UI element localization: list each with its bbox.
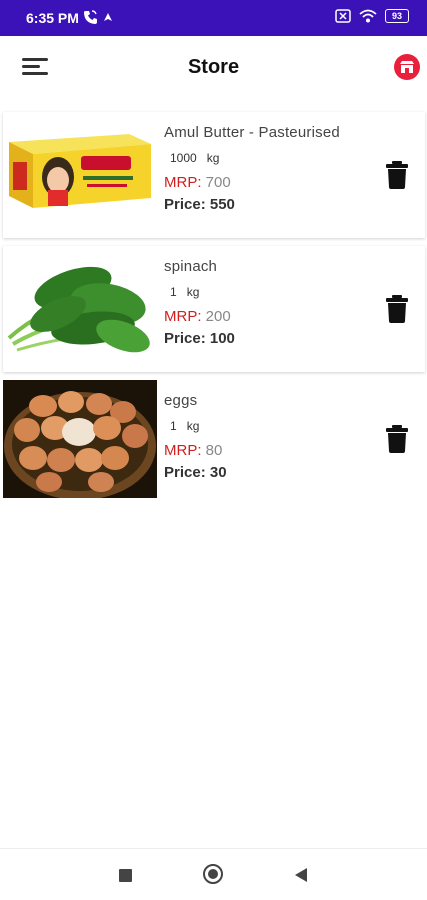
- product-name: Amul Butter - Pasteurised: [164, 124, 340, 141]
- price-row: Price: 30: [164, 464, 365, 481]
- mrp-label: MRP:: [164, 308, 202, 325]
- product-card[interactable]: eggs 1 kg MRP: 80 Price: 30: [3, 380, 425, 498]
- mrp-label: MRP:: [164, 442, 202, 459]
- quantity-row: 1 kg: [170, 285, 365, 299]
- delete-icon[interactable]: [385, 161, 409, 189]
- mrp-row: MRP: 200: [164, 308, 365, 325]
- eggs-basket-image: [3, 380, 157, 498]
- sim-icon: [335, 9, 351, 23]
- price-label: Price:: [164, 464, 206, 481]
- spinach-image: [3, 246, 157, 372]
- delete-icon[interactable]: [385, 425, 409, 453]
- wifi-icon: [359, 9, 377, 23]
- navigation-bar: [0, 848, 427, 900]
- app-bar: Store: [0, 36, 427, 100]
- product-info: spinach 1 kg MRP: 200 Price: 100: [164, 258, 365, 347]
- status-bar: 6:35 PM 93: [0, 0, 427, 36]
- product-quantity: 1: [170, 285, 177, 299]
- quantity-row: 1000 kg: [170, 151, 365, 165]
- butter-box-image: [3, 112, 157, 238]
- price-label: Price:: [164, 330, 206, 347]
- delete-icon[interactable]: [385, 295, 409, 323]
- back-icon[interactable]: [295, 868, 307, 882]
- recent-apps-icon[interactable]: [119, 869, 132, 882]
- mrp-value: 80: [205, 442, 223, 459]
- product-name: spinach: [164, 258, 218, 275]
- price-value: 100: [209, 330, 235, 347]
- product-card[interactable]: Amul Butter - Pasteurised 1000 kg MRP: 7…: [3, 112, 425, 238]
- mrp-value: 700: [205, 174, 231, 191]
- product-info: eggs 1 kg MRP: 80 Price: 30: [164, 392, 365, 481]
- price-value: 30: [209, 464, 227, 481]
- price-row: Price: 100: [164, 330, 365, 347]
- page-title: Store: [187, 56, 240, 78]
- product-unit: kg: [186, 419, 200, 433]
- status-left-icons: [83, 9, 113, 25]
- mrp-row: MRP: 700: [164, 174, 365, 191]
- store-cart-icon[interactable]: [394, 54, 420, 80]
- status-time: 6:35 PM: [26, 10, 79, 26]
- product-name: eggs: [164, 392, 198, 409]
- phone-wifi-icon: [84, 10, 97, 24]
- product-unit: kg: [186, 285, 200, 299]
- product-info: Amul Butter - Pasteurised 1000 kg MRP: 7…: [164, 124, 365, 213]
- mrp-row: MRP: 80: [164, 442, 365, 459]
- mrp-label: MRP:: [164, 174, 202, 191]
- price-row: Price: 550: [164, 196, 365, 213]
- product-unit: kg: [206, 151, 220, 165]
- quantity-row: 1 kg: [170, 419, 365, 433]
- price-value: 550: [209, 196, 235, 213]
- product-list: Amul Butter - Pasteurised 1000 kg MRP: 7…: [3, 112, 425, 506]
- battery-icon: 93: [385, 9, 409, 23]
- product-card[interactable]: spinach 1 kg MRP: 200 Price: 100: [3, 246, 425, 372]
- product-quantity: 1000: [170, 151, 197, 165]
- product-quantity: 1: [170, 419, 177, 433]
- navigation-icon: [104, 13, 112, 21]
- home-icon[interactable]: [203, 864, 223, 884]
- price-label: Price:: [164, 196, 206, 213]
- mrp-value: 200: [205, 308, 231, 325]
- status-right-icons: 93: [335, 9, 409, 23]
